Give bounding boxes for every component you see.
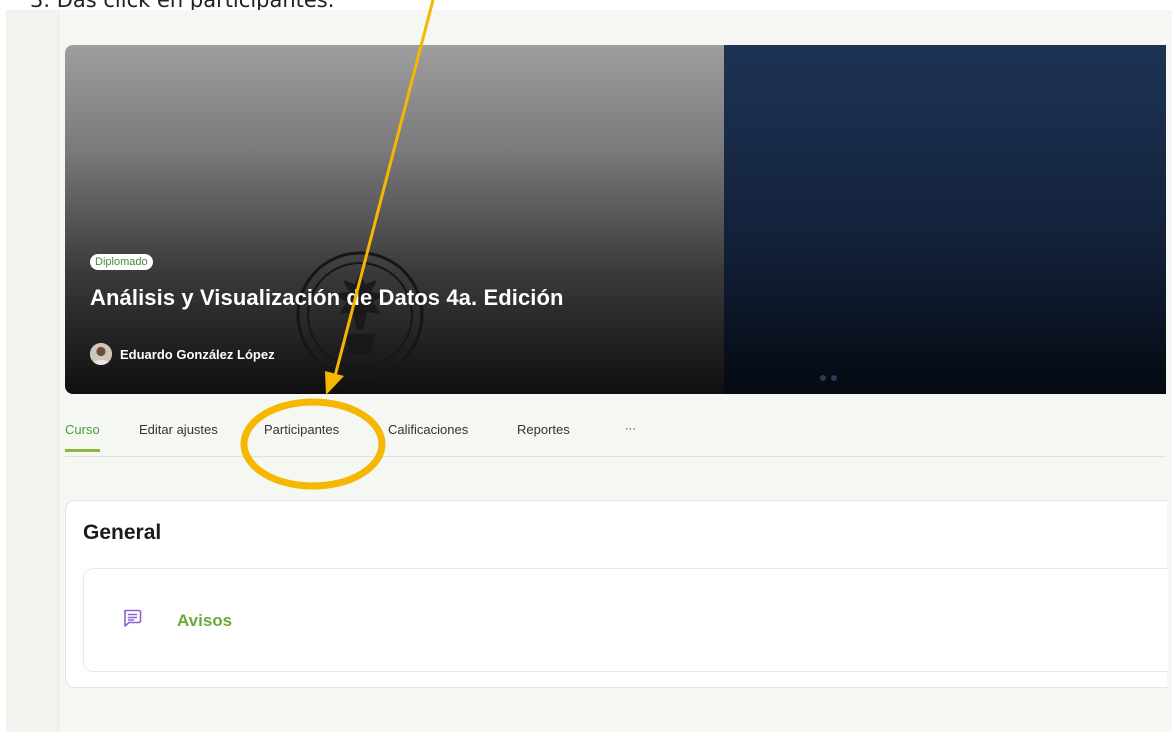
forum-icon bbox=[124, 609, 142, 627]
course-header-banner: Diplomado Análisis y Visualización de Da… bbox=[65, 45, 1166, 394]
activity-label[interactable]: Avisos bbox=[177, 611, 232, 631]
course-tab-nav: Curso Editar ajustes Participantes Calif… bbox=[65, 420, 1166, 457]
section-card-general: General Avisos bbox=[65, 500, 1168, 688]
university-seal-icon bbox=[296, 251, 424, 379]
author-avatar bbox=[90, 343, 112, 365]
tab-more-menu[interactable]: ··· bbox=[625, 423, 636, 447]
left-rail bbox=[6, 10, 59, 732]
banner-image-right bbox=[724, 45, 1166, 394]
author-name[interactable]: Eduardo González López bbox=[120, 347, 275, 362]
tab-calificaciones[interactable]: Calificaciones bbox=[388, 422, 468, 449]
course-author: Eduardo González López bbox=[90, 343, 275, 365]
tab-reportes[interactable]: Reportes bbox=[517, 422, 570, 449]
course-title: Análisis y Visualización de Datos 4a. Ed… bbox=[90, 285, 564, 310]
tab-curso[interactable]: Curso bbox=[65, 422, 100, 452]
tab-editar-ajustes[interactable]: Editar ajustes bbox=[139, 422, 218, 449]
section-title[interactable]: General bbox=[83, 521, 161, 545]
banner-carousel-dots bbox=[820, 368, 842, 386]
activity-avisos[interactable]: Avisos bbox=[83, 568, 1168, 672]
tab-participantes[interactable]: Participantes bbox=[264, 422, 339, 449]
course-type-badge: Diplomado bbox=[90, 254, 153, 270]
